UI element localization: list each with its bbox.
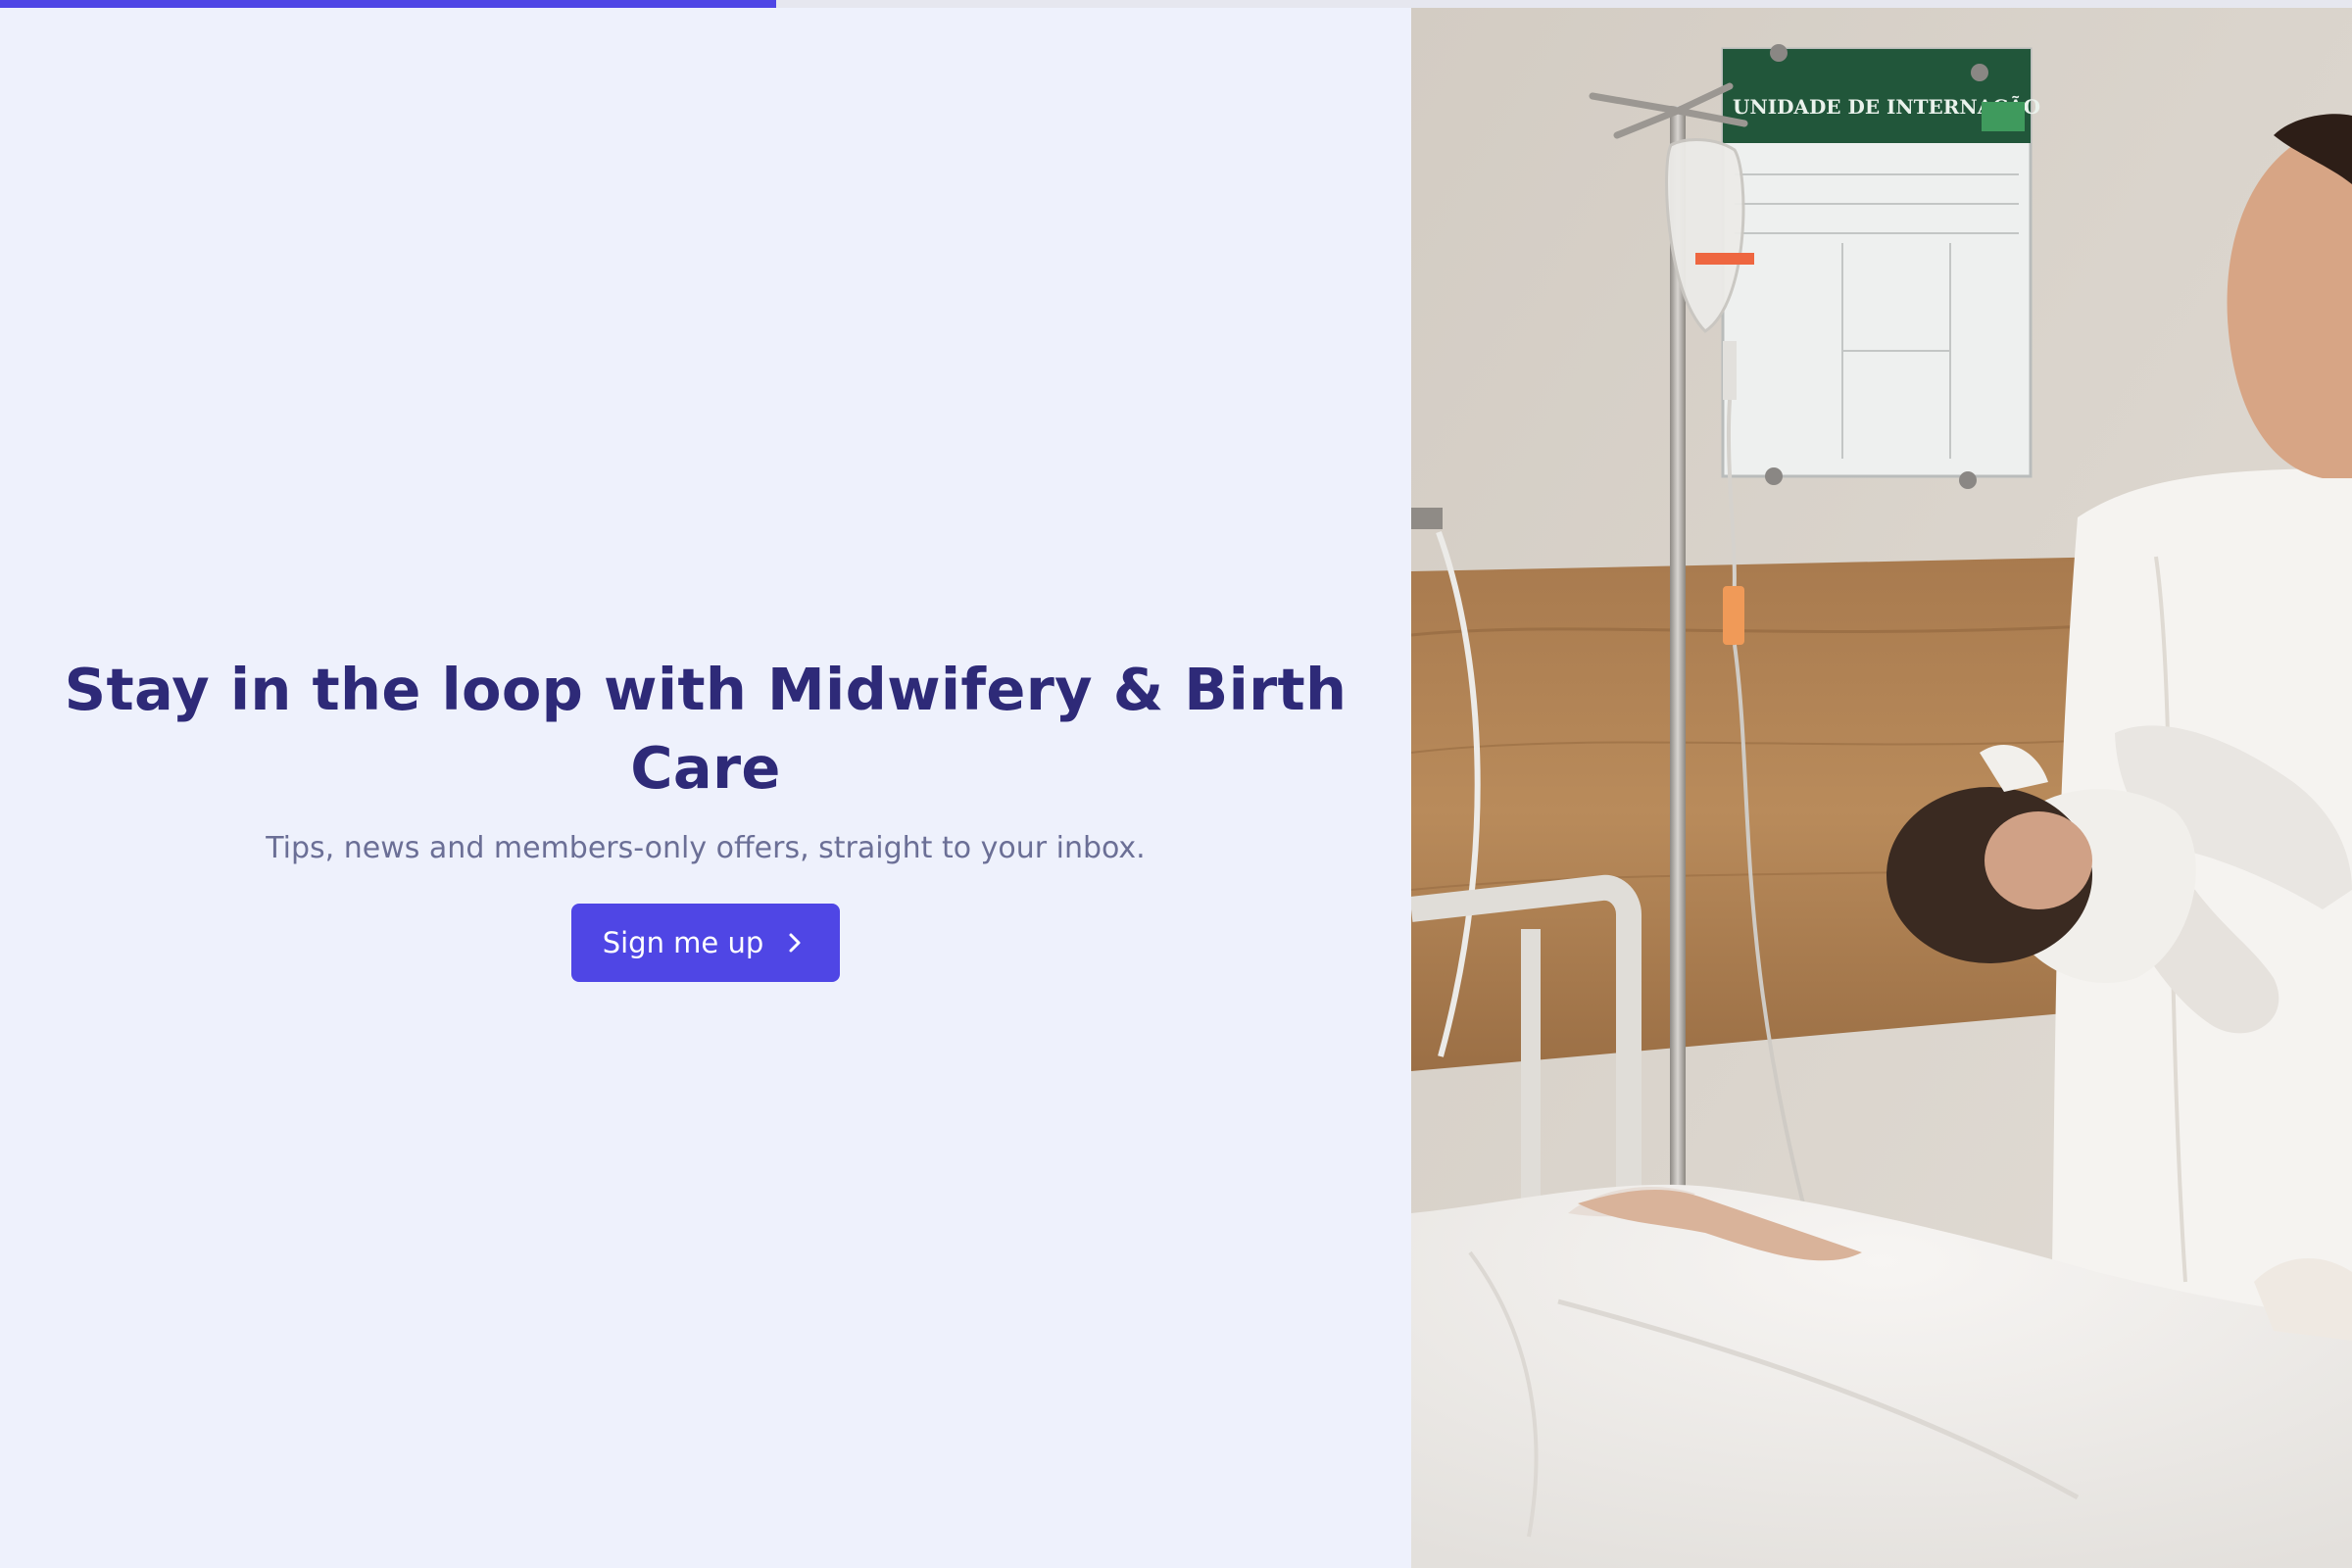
sign-up-button-label: Sign me up [602,926,764,959]
chevron-right-icon [785,931,805,955]
signup-content: Stay in the loop with Midwifery & Birth … [0,651,1411,982]
signup-subheadline: Tips, news and members-only offers, stra… [266,831,1146,865]
scroll-progress-track [0,0,2352,8]
scroll-progress-bar [0,0,776,8]
signup-headline: Stay in the loop with Midwifery & Birth … [64,656,1348,802]
hero-photo: UNIDADE DE INTERNAÇÃO [1411,8,2352,1568]
newsletter-signup-panel: Stay in the loop with Midwifery & Birth … [0,8,1411,1568]
sign-up-button[interactable]: Sign me up [570,904,841,982]
